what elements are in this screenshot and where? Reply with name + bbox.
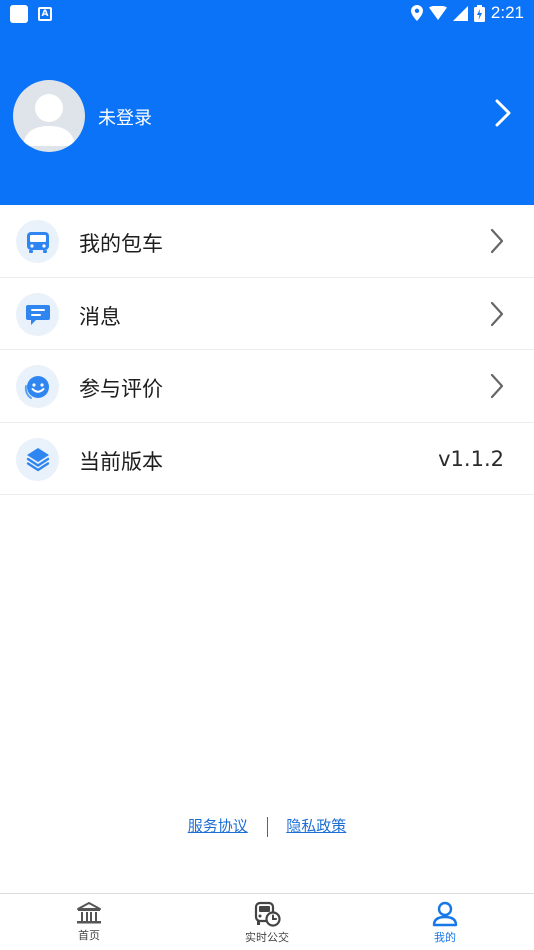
wifi-icon [428,6,447,20]
tab-home[interactable]: 首页 [0,894,178,950]
default-avatar-icon [23,94,75,146]
keyboard-icon: A [38,7,52,21]
menu-item-messages[interactable]: 消息 [0,278,534,350]
service-agreement-link[interactable]: 服务协议 [188,817,248,835]
chevron-right-icon[interactable] [494,98,512,128]
user-icon [432,901,458,927]
signal-icon [452,5,468,21]
login-status-label[interactable]: 未登录 [98,104,152,130]
profile-row[interactable]: 未登录 [0,70,534,160]
chevron-right-icon [490,301,504,326]
smiley-icon [16,365,59,408]
tab-label: 我的 [434,931,456,944]
bus-icon [16,220,59,263]
menu-item-label: 当前版本 [79,449,163,474]
menu-item-charter[interactable]: 我的包车 [0,205,534,278]
tab-mine[interactable]: 我的 [356,894,534,950]
clock: 2:21 [490,3,524,22]
version-value: v1.1.2 [438,446,504,471]
battery-icon [473,4,485,22]
menu-item-label: 我的包车 [79,232,163,256]
location-icon [410,5,423,21]
menu-list: 我的包车 消息 参与评价 当前版本 v1.1.2 [0,205,534,495]
profile-header: A 2:21 未登录 [0,0,534,205]
menu-item-label: 参与评价 [79,377,163,401]
chevron-right-icon [490,228,504,254]
menu-item-version: 当前版本 v1.1.2 [0,423,534,495]
menu-item-label: 消息 [79,304,121,329]
notification-icon [10,5,28,23]
status-bar: A 2:21 [0,0,534,28]
message-icon [16,292,59,336]
tab-label: 实时公交 [245,931,289,944]
privacy-policy-link[interactable]: 隐私政策 [286,817,346,835]
realtime-bus-icon [254,901,281,927]
bottom-tab-bar: 首页 实时公交 我的 [0,893,534,950]
link-divider [266,816,268,837]
tab-label: 首页 [78,929,100,942]
chevron-right-icon [490,373,504,399]
layers-icon [16,437,59,481]
menu-item-feedback[interactable]: 参与评价 [0,350,534,423]
tab-realtime-bus[interactable]: 实时公交 [178,894,356,950]
avatar[interactable] [13,80,85,152]
agreement-links: 服务协议 隐私政策 [0,815,534,837]
home-icon [77,902,101,924]
